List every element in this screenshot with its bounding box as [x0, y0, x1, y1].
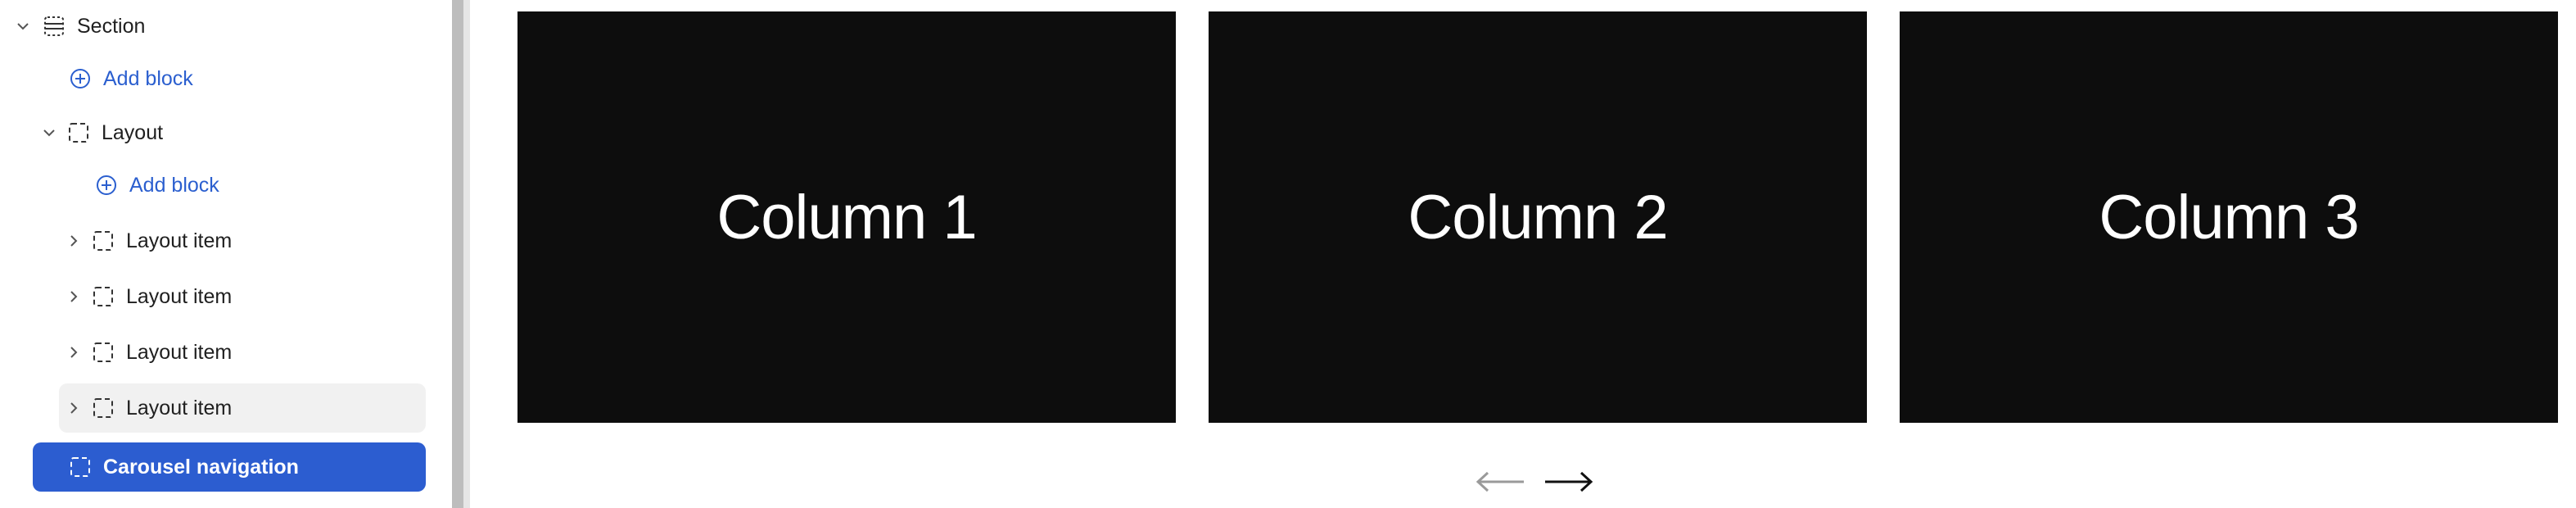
section-icon [41, 13, 67, 39]
dashed-square-icon [67, 454, 93, 480]
dashed-square-icon [90, 395, 116, 421]
arrow-left-icon[interactable] [1472, 467, 1530, 497]
chevron-right-icon[interactable] [62, 341, 85, 364]
carousel-column-1: Column 1 [517, 11, 1176, 423]
layout-item-label: Layout item [126, 229, 233, 252]
chevron-right-icon[interactable] [62, 285, 85, 308]
tree-row-carousel-navigation[interactable]: Carousel navigation [33, 442, 426, 492]
add-block-button[interactable]: Add block [93, 161, 404, 210]
panel-scrollbar[interactable] [452, 0, 470, 508]
scrollbar-thumb[interactable] [452, 0, 463, 508]
section-label: Section [77, 14, 146, 38]
arrow-right-icon[interactable] [1539, 467, 1597, 497]
chevron-down-icon[interactable] [11, 15, 34, 38]
chevron-right-icon[interactable] [62, 397, 85, 420]
column-2-title: Column 2 [1408, 182, 1668, 252]
tree-row-layout-item[interactable]: Layout item [62, 328, 426, 377]
sidebar-tree: Section Add block Layout Add block Layou… [0, 0, 452, 508]
tree-row-layout[interactable]: Layout [38, 108, 431, 157]
add-block-label: Add block [129, 173, 219, 197]
tree-row-section[interactable]: Section [11, 2, 437, 51]
tree-row-layout-item[interactable]: Layout item [59, 383, 426, 433]
add-block-label: Add block [103, 66, 193, 90]
layout-item-label: Layout item [126, 396, 233, 420]
layout-item-label: Layout item [126, 340, 233, 364]
carousel-column-2: Column 2 [1209, 11, 1867, 423]
layout-label: Layout [102, 120, 164, 144]
preview-canvas: Column 1 Column 2 Column 3 [470, 0, 2576, 508]
column-1-title: Column 1 [716, 182, 977, 252]
tree-row-layout-item[interactable]: Layout item [62, 216, 426, 265]
layout-item-label: Layout item [126, 284, 233, 308]
chevron-down-icon[interactable] [38, 121, 61, 144]
dashed-square-icon [66, 120, 92, 146]
dashed-square-icon [90, 228, 116, 254]
chevron-right-icon[interactable] [62, 229, 85, 252]
dashed-square-icon [90, 339, 116, 365]
add-block-button[interactable]: Add block [67, 54, 395, 103]
carousel-navigation-label: Carousel navigation [103, 455, 299, 479]
plus-circle-icon [93, 172, 120, 198]
dashed-square-icon [90, 283, 116, 310]
tree-row-layout-item[interactable]: Layout item [62, 272, 426, 321]
carousel-column-3: Column 3 [1900, 11, 2558, 423]
plus-circle-icon [67, 66, 93, 92]
column-3-title: Column 3 [2099, 182, 2359, 252]
